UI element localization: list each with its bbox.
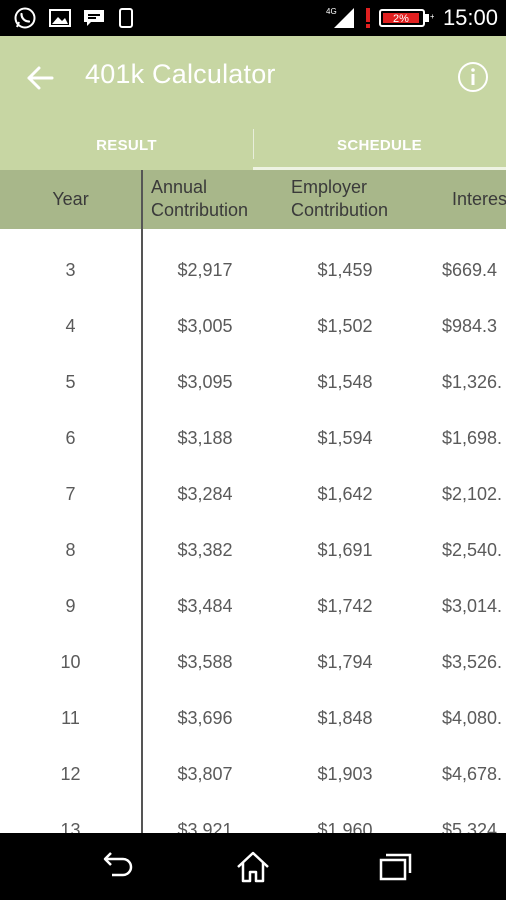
cell-interest: $1,698. xyxy=(442,428,503,448)
cell-annual: $3,484 xyxy=(177,596,233,616)
cell-year: 4 xyxy=(65,316,76,336)
table-row: 12 $3,807 $1,903 $4,678. xyxy=(0,746,506,802)
cell-annual: $3,095 xyxy=(177,372,233,392)
nav-recent-apps-button[interactable] xyxy=(375,849,415,885)
tab-schedule[interactable]: SCHEDULE xyxy=(253,120,506,170)
cell-employer: $1,742 xyxy=(317,596,373,616)
cell-year: 10 xyxy=(60,652,81,672)
cell-year: 13 xyxy=(60,820,81,833)
cell-year: 7 xyxy=(65,484,76,504)
table-row: 4 $3,005 $1,502 $984.3 xyxy=(0,298,506,354)
battery-percent: 2% xyxy=(393,13,409,25)
screen: 4G 2% + 15:00 401k Calculator RESULT SCH… xyxy=(0,0,506,900)
column-divider xyxy=(141,170,143,833)
phone-icon xyxy=(118,6,134,30)
cell-annual: $3,696 xyxy=(177,708,233,728)
cell-year: 5 xyxy=(65,372,76,392)
tab-bar: RESULT SCHEDULE xyxy=(0,120,506,170)
cell-annual: $3,807 xyxy=(177,764,233,784)
cell-employer: $1,594 xyxy=(317,428,373,448)
whatsapp-icon xyxy=(12,6,38,30)
schedule-table[interactable]: 3 $2,917 $1,459 $669.4 4 $3,005 $1,502 $… xyxy=(0,229,506,833)
recent-apps-icon xyxy=(379,853,412,881)
network-label: 4G xyxy=(326,7,337,16)
table-row: 7 $3,284 $1,642 $2,102. xyxy=(0,466,506,522)
cell-employer: $1,691 xyxy=(317,540,373,560)
cell-interest: $669.4 xyxy=(442,260,498,280)
cell-annual: $2,917 xyxy=(177,260,233,280)
table-header: Year Annual Contribution Employer Contri… xyxy=(0,170,506,229)
table-row: 13 $3,921 $1,960 $5,324. xyxy=(0,802,506,833)
info-button[interactable] xyxy=(456,60,490,94)
table-row: 6 $3,188 $1,594 $1,698. xyxy=(0,410,506,466)
cell-year: 12 xyxy=(60,764,81,784)
status-bar: 4G 2% + 15:00 xyxy=(0,0,506,36)
back-button[interactable] xyxy=(22,60,58,96)
signal-icon: 4G xyxy=(326,6,356,30)
cell-year: 8 xyxy=(65,540,76,560)
cell-annual: $3,005 xyxy=(177,316,233,336)
cell-employer: $1,848 xyxy=(317,708,373,728)
cell-interest: $2,540. xyxy=(442,540,503,560)
cell-employer: $1,502 xyxy=(317,316,373,336)
cell-annual: $3,284 xyxy=(177,484,233,504)
image-icon xyxy=(48,6,72,30)
app-title: 401k Calculator xyxy=(85,59,276,89)
cell-interest: $2,102. xyxy=(442,484,503,504)
warning-icon xyxy=(364,6,372,30)
cell-year: 6 xyxy=(65,428,76,448)
cell-annual: $3,382 xyxy=(177,540,233,560)
cell-year: 9 xyxy=(65,596,76,616)
cell-interest: $4,678. xyxy=(442,764,503,784)
cell-employer: $1,903 xyxy=(317,764,373,784)
cell-employer: $1,642 xyxy=(317,484,373,504)
status-time: 15:00 xyxy=(442,5,498,30)
table-row: 5 $3,095 $1,548 $1,326. xyxy=(0,354,506,410)
table-row: 3 $2,917 $1,459 $669.4 xyxy=(0,242,506,298)
svg-text:+: + xyxy=(430,12,434,21)
cell-interest: $984.3 xyxy=(442,316,498,336)
cell-annual: $3,921 xyxy=(177,820,233,833)
cell-annual: $3,588 xyxy=(177,652,233,672)
table-row: 9 $3,484 $1,742 $3,014. xyxy=(0,578,506,634)
header-interest: Interest xyxy=(452,189,506,209)
navigation-bar xyxy=(0,833,506,900)
battery-icon: 2% + xyxy=(378,6,434,30)
cell-year: 11 xyxy=(61,708,80,728)
header-employer-line1: Employer xyxy=(291,177,368,197)
tab-result[interactable]: RESULT xyxy=(0,120,253,170)
cell-employer: $1,548 xyxy=(317,372,373,392)
table-row: 8 $3,382 $1,691 $2,540. xyxy=(0,522,506,578)
table-row: 11 $3,696 $1,848 $4,080. xyxy=(0,690,506,746)
nav-back-button[interactable] xyxy=(96,849,136,885)
nav-home-button[interactable] xyxy=(233,849,273,885)
header-employer-line2: Contribution xyxy=(291,200,389,220)
header-annual-line2: Contribution xyxy=(151,200,249,220)
cell-interest: $5,324. xyxy=(442,820,503,833)
chat-icon xyxy=(82,6,106,30)
cell-employer: $1,794 xyxy=(317,652,373,672)
table-row: 10 $3,588 $1,794 $3,526. xyxy=(0,634,506,690)
cell-interest: $4,080. xyxy=(442,708,503,728)
info-icon xyxy=(458,62,488,92)
home-icon xyxy=(237,851,269,883)
header-year: Year xyxy=(52,189,89,209)
app-bar: 401k Calculator xyxy=(0,36,506,120)
cell-interest: $1,326. xyxy=(442,372,503,392)
header-annual-line1: Annual xyxy=(151,177,208,197)
cell-year: 3 xyxy=(65,260,76,280)
cell-employer: $1,960 xyxy=(317,820,373,833)
cell-interest: $3,014. xyxy=(442,596,503,616)
arrow-left-icon xyxy=(27,66,54,90)
header-employer-contribution: Employer Contribution xyxy=(291,176,388,222)
back-icon xyxy=(103,852,133,877)
cell-employer: $1,459 xyxy=(317,260,373,280)
cell-interest: $3,526. xyxy=(442,652,503,672)
header-annual-contribution: Annual Contribution xyxy=(151,176,248,222)
cell-annual: $3,188 xyxy=(177,428,233,448)
